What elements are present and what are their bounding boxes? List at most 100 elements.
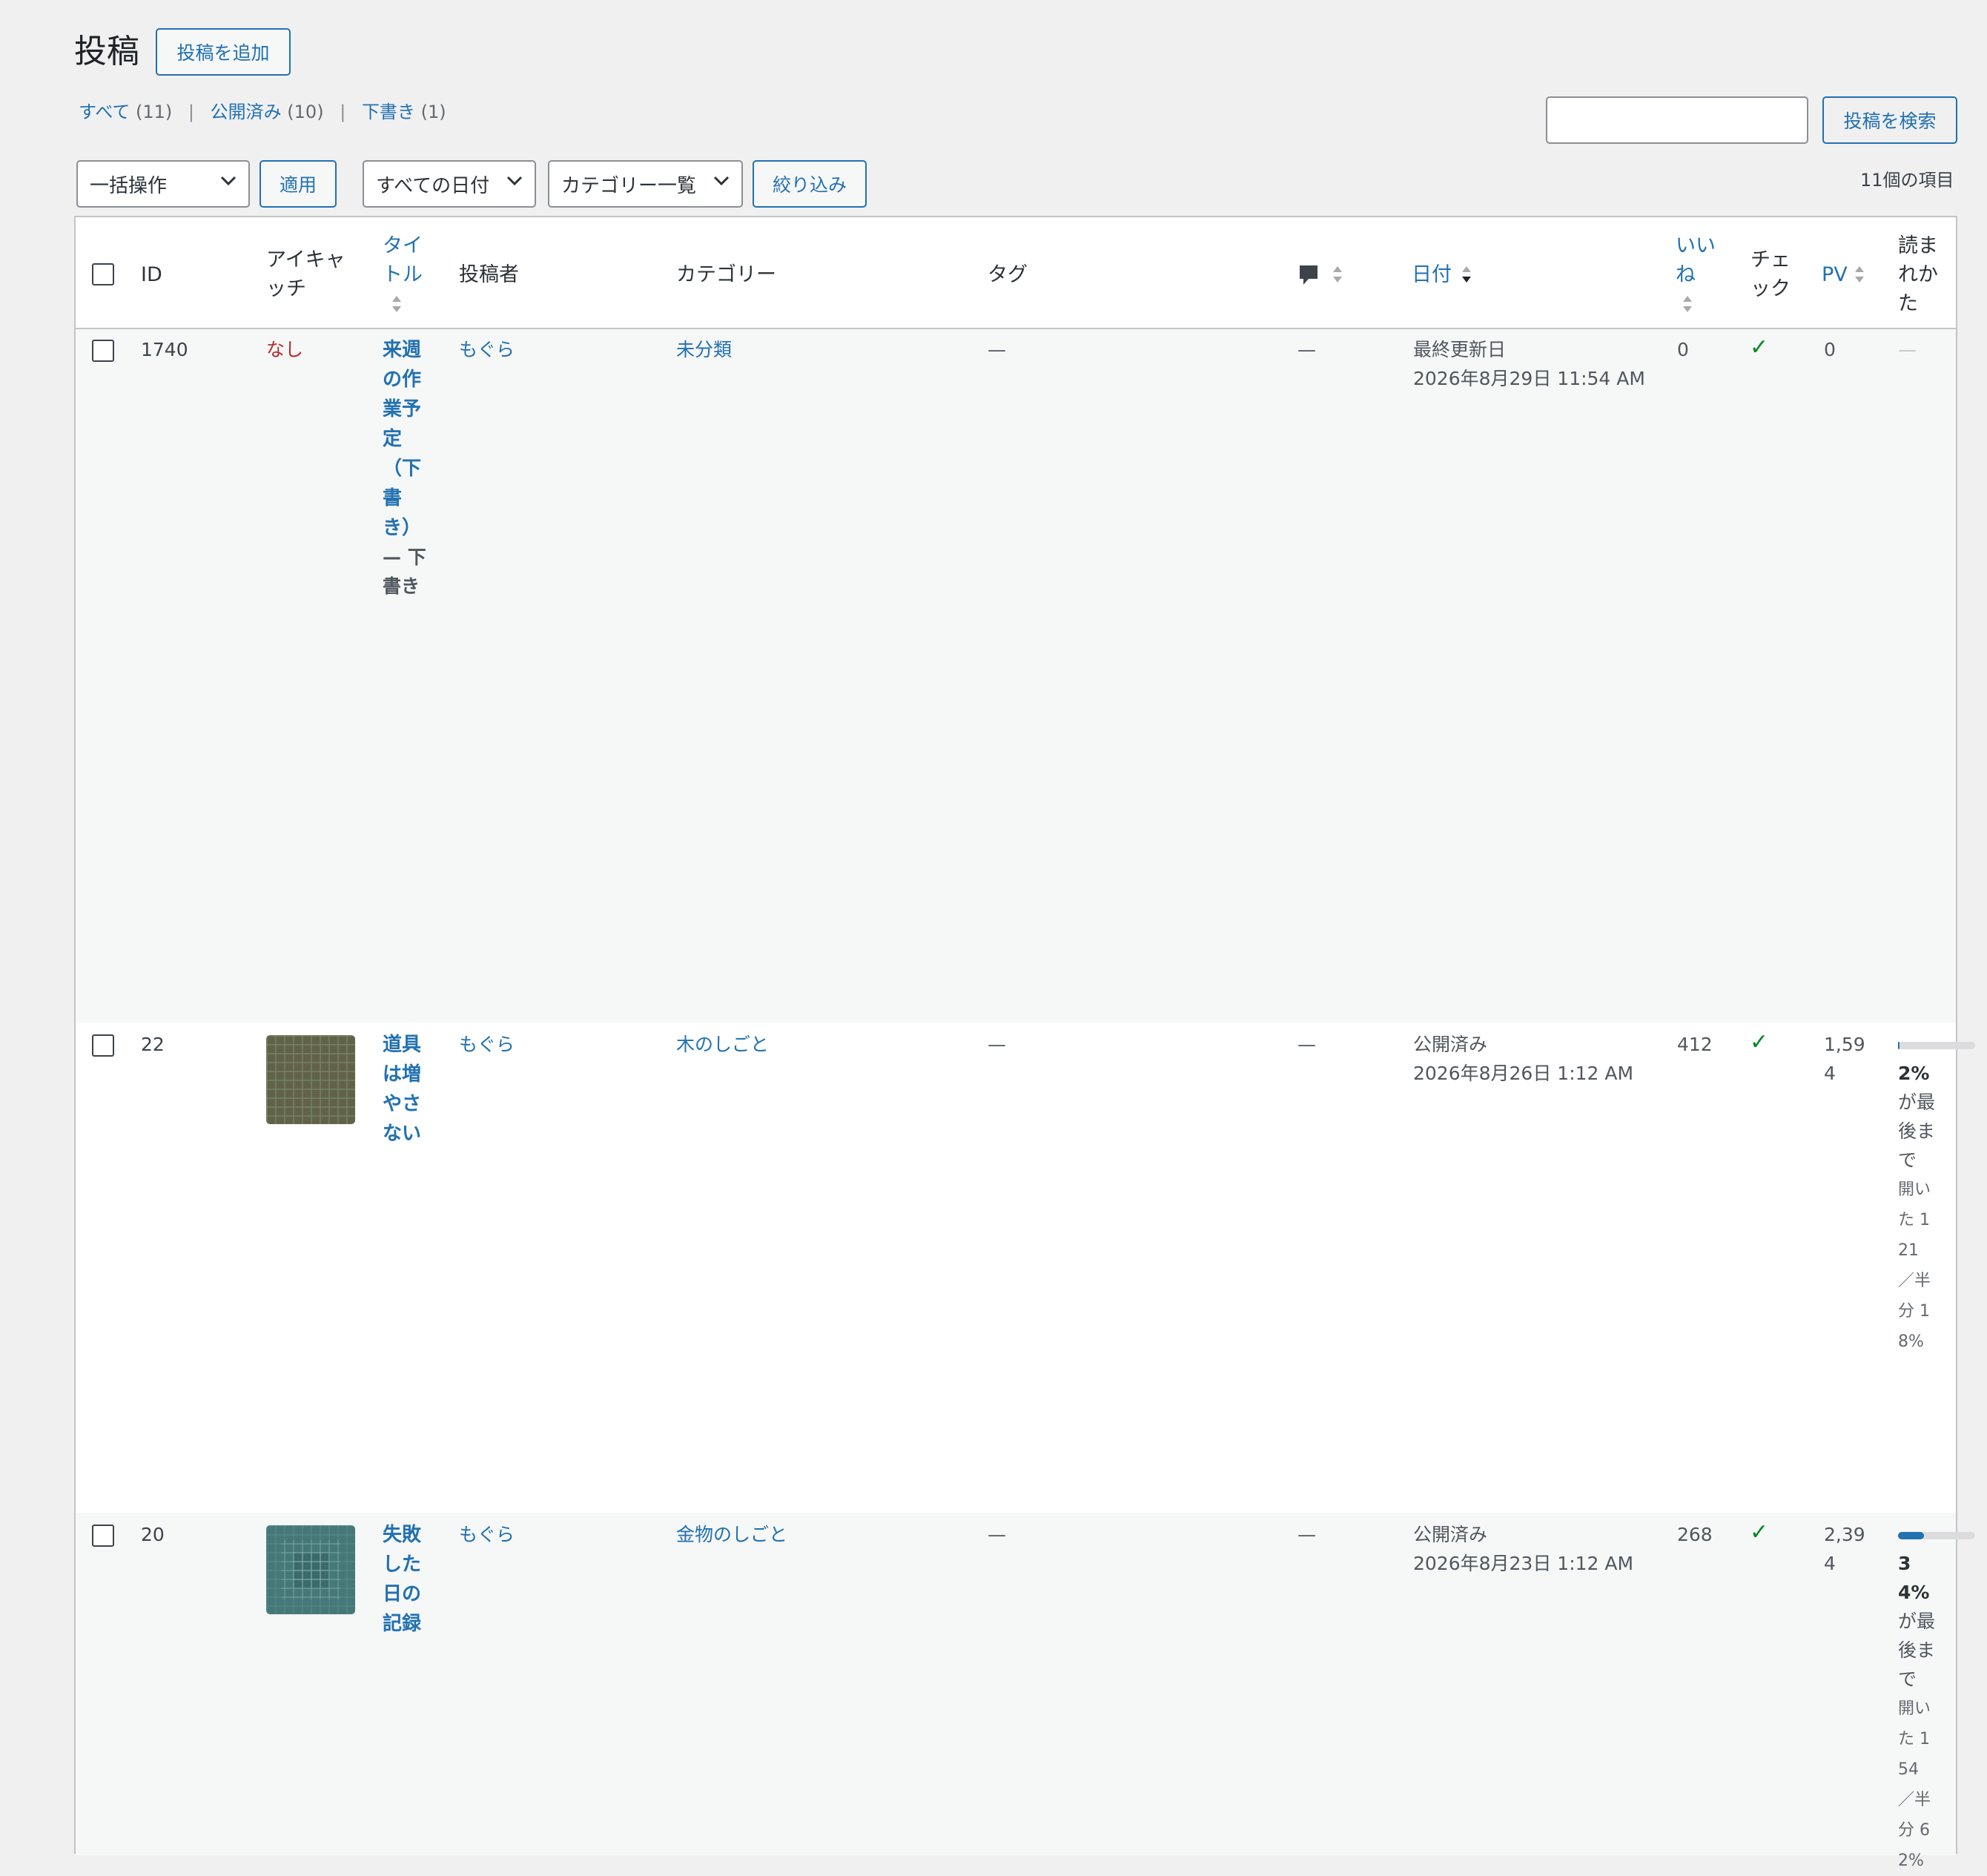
select-all-checkbox[interactable] [92, 263, 114, 285]
bulk-action-select[interactable]: 一括操作 [76, 160, 250, 208]
chevron-down-icon [220, 176, 237, 186]
tags-value: — [988, 1524, 1006, 1545]
col-tags: タグ [988, 263, 1028, 286]
likes-value: 268 [1677, 1524, 1713, 1545]
bulk-action-value: 一括操作 [90, 174, 168, 197]
category-link[interactable]: 金物のしごと [676, 1520, 787, 1549]
table-row: 22 道具は増やさない もぐら 木のしごと — — 公開済み 2026年8月26… [76, 1023, 1975, 1513]
col-read: 読まれかた [1898, 234, 1938, 315]
post-title-link[interactable]: 失敗した日の記録 [383, 1524, 421, 1635]
check-mark-icon: ✓ [1750, 1519, 1769, 1545]
post-thumbnail[interactable] [266, 1525, 355, 1614]
author-link[interactable]: もぐら [459, 1520, 515, 1549]
likes-value: 0 [1677, 339, 1689, 360]
post-id: 20 [141, 1524, 165, 1545]
category-filter-value: カテゴリー一覧 [561, 174, 697, 197]
read-progress-bar [1898, 1042, 1975, 1049]
filter-separator: | [340, 102, 346, 122]
check-mark-icon: ✓ [1750, 1029, 1769, 1055]
search-input[interactable] [1546, 96, 1808, 144]
date-value: 2026年8月29日 11:54 AM [1413, 368, 1645, 389]
filter-draft-label: 下書き [361, 102, 415, 122]
post-title-cell: 来週の作業予定（下書き） — 下書き [383, 335, 430, 601]
filter-draft-count: (1) [420, 102, 446, 122]
row-checkbox[interactable] [92, 1034, 114, 1057]
col-title-sort[interactable]: タイトル [383, 231, 427, 289]
author-link[interactable]: もぐら [459, 335, 515, 364]
sort-desc-icon [1462, 266, 1471, 283]
category-link[interactable]: 木のしごと [676, 1030, 769, 1059]
read-complete-label: が最後まで [1898, 1091, 1936, 1171]
date-filter-value: すべての日付 [376, 174, 490, 197]
filter-separator: | [188, 102, 195, 122]
read-stats: 34% が最後まで開いた 154 ／半分 62% [1898, 1549, 1940, 1876]
post-id: 1740 [141, 339, 188, 360]
read-progress-fill [1898, 1532, 1925, 1539]
sort-arrows-icon [1333, 266, 1342, 283]
category-link[interactable]: 未分類 [676, 335, 732, 364]
read-complete-percent: 34% [1898, 1553, 1930, 1603]
read-stats: 2% が最後まで開いた 121 ／半分 18% [1898, 1059, 1940, 1357]
read-complete-label: が最後まで [1898, 1611, 1936, 1690]
col-likes-sort[interactable]: いいね [1676, 231, 1723, 289]
item-count: 11個の項目 [1860, 170, 1954, 191]
apply-button[interactable]: 適用 [259, 160, 337, 208]
status-filters: すべて (11) | 公開済み (10) | 下書き (1) [79, 99, 446, 125]
date-value: 2026年8月23日 1:12 AM [1413, 1553, 1634, 1574]
posts-table: ID アイキャッチ タイトル 投稿者 カテゴリー タグ 日付 いいね チェック … [74, 216, 1975, 1870]
filter-published-link[interactable]: 公開済み (10) [211, 102, 324, 122]
page-title: 投稿 [74, 33, 139, 70]
post-thumbnail[interactable] [266, 1035, 355, 1124]
pv-value: 2,394 [1824, 1524, 1865, 1574]
post-title-link[interactable]: 道具は増やさない [383, 1034, 421, 1145]
date-value: 2026年8月26日 1:12 AM [1413, 1063, 1634, 1084]
add-new-post-button[interactable]: 投稿を追加 [156, 28, 291, 76]
filter-draft-link[interactable]: 下書き (1) [362, 102, 446, 122]
read-value: — [1898, 339, 1917, 360]
tags-value: — [988, 339, 1006, 360]
chevron-down-icon [713, 176, 730, 186]
category-filter-select[interactable]: カテゴリー一覧 [548, 160, 743, 208]
filter-button[interactable]: 絞り込み [753, 160, 867, 208]
post-title-link[interactable]: 来週の作業予定（下書き） [383, 339, 421, 539]
row-checkbox[interactable] [92, 340, 114, 362]
pv-value: 0 [1824, 339, 1836, 360]
date-filter-select[interactable]: すべての日付 [363, 160, 536, 208]
post-state: — 下書き [383, 546, 426, 597]
table-row: 20 失敗した日の記録 もぐら 金物のしごと — — 公開済み 2026年8月2… [76, 1513, 1975, 1870]
sort-arrows-icon [1855, 266, 1864, 283]
search-posts-button[interactable]: 投稿を検索 [1822, 96, 1957, 144]
no-thumbnail-label: なし [266, 339, 304, 360]
post-id: 22 [141, 1034, 165, 1055]
filter-all-count: (11) [136, 102, 173, 122]
comment-bubble-icon[interactable] [1297, 263, 1320, 288]
read-complete-percent: 2% [1898, 1063, 1930, 1084]
comments-value: — [1297, 339, 1316, 360]
col-pv-sort[interactable]: PV [1822, 260, 1848, 289]
comments-value: — [1297, 1034, 1316, 1055]
col-categories: カテゴリー [676, 263, 776, 286]
col-id: ID [141, 263, 162, 286]
post-title-cell: 道具は増やさない [383, 1030, 430, 1149]
read-progress-fill [1898, 1042, 1900, 1049]
table-row: 1740 なし 来週の作業予定（下書き） — 下書き もぐら 未分類 — — 最終… [76, 329, 1956, 1023]
read-detail: 開いた 121 ／半分 18% [1898, 1180, 1931, 1351]
filter-all-label: すべて [79, 102, 130, 122]
date-status: 最終更新日 [1413, 339, 1507, 360]
pv-value: 1,594 [1824, 1034, 1865, 1084]
col-thumbnail: アイキャッチ [266, 248, 346, 300]
sort-arrows-icon [1683, 296, 1692, 312]
chevron-down-icon [506, 176, 523, 186]
filter-all-link[interactable]: すべて (11) [79, 102, 172, 122]
filter-published-count: (10) [287, 102, 324, 122]
date-status: 公開済み [1413, 1524, 1488, 1545]
tags-value: — [988, 1034, 1006, 1055]
col-author: 投稿者 [459, 263, 519, 286]
post-title-cell: 失敗した日の記録 [383, 1520, 430, 1639]
col-date-sort[interactable]: 日付 [1412, 260, 1452, 289]
row-checkbox[interactable] [92, 1525, 114, 1547]
author-link[interactable]: もぐら [459, 1030, 515, 1059]
comments-value: — [1297, 1524, 1316, 1545]
filter-published-label: 公開済み [210, 102, 282, 122]
read-detail: 開いた 154 ／半分 62% [1898, 1700, 1931, 1870]
